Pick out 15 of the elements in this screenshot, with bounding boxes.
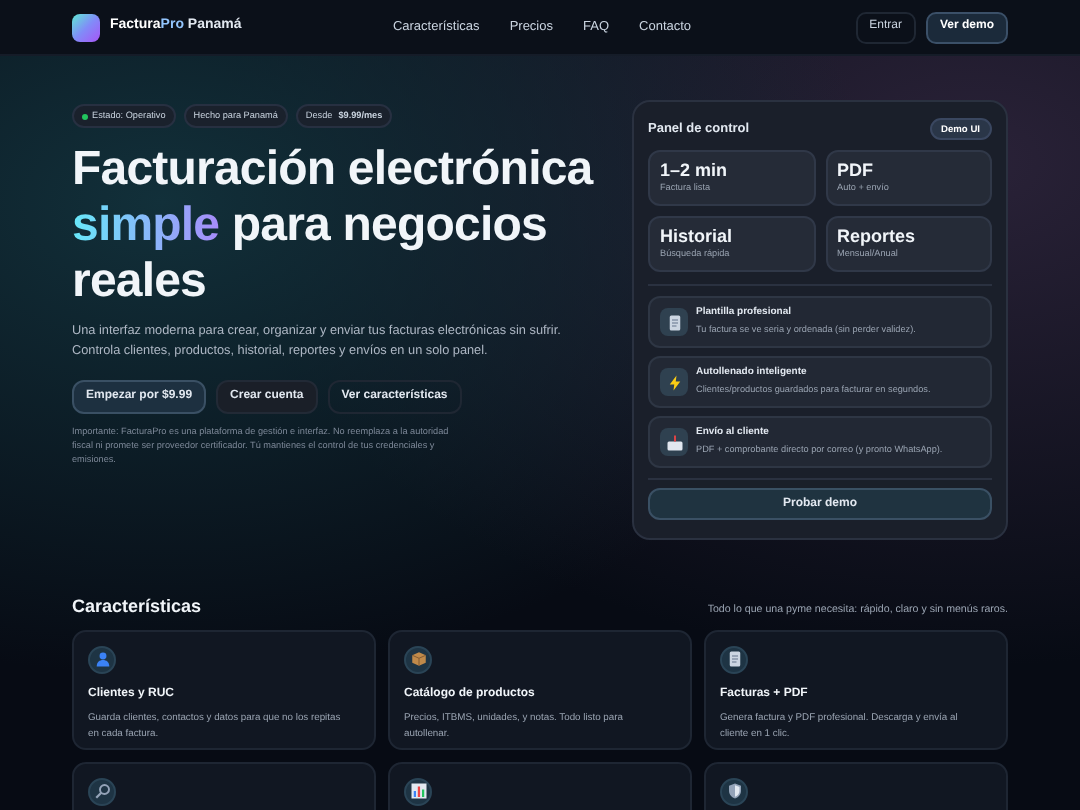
logo-icon xyxy=(72,13,100,41)
box-icon xyxy=(409,650,427,668)
section-title: Características xyxy=(72,594,202,620)
shield-icon xyxy=(725,782,743,800)
headline: Facturación electrónica simple para negocios reales xyxy=(72,142,596,310)
magnifier-icon xyxy=(93,782,111,800)
bar-chart-icon xyxy=(409,782,427,800)
stat-value: Historial xyxy=(660,226,735,248)
document-icon xyxy=(725,650,743,668)
stat-value: Reportes xyxy=(837,226,918,248)
document-icon xyxy=(665,313,683,331)
lightning-icon xyxy=(665,373,683,391)
person-icon xyxy=(93,650,111,668)
stat-value: PDF xyxy=(837,160,875,182)
stat-value: 1–2 min xyxy=(660,160,730,182)
